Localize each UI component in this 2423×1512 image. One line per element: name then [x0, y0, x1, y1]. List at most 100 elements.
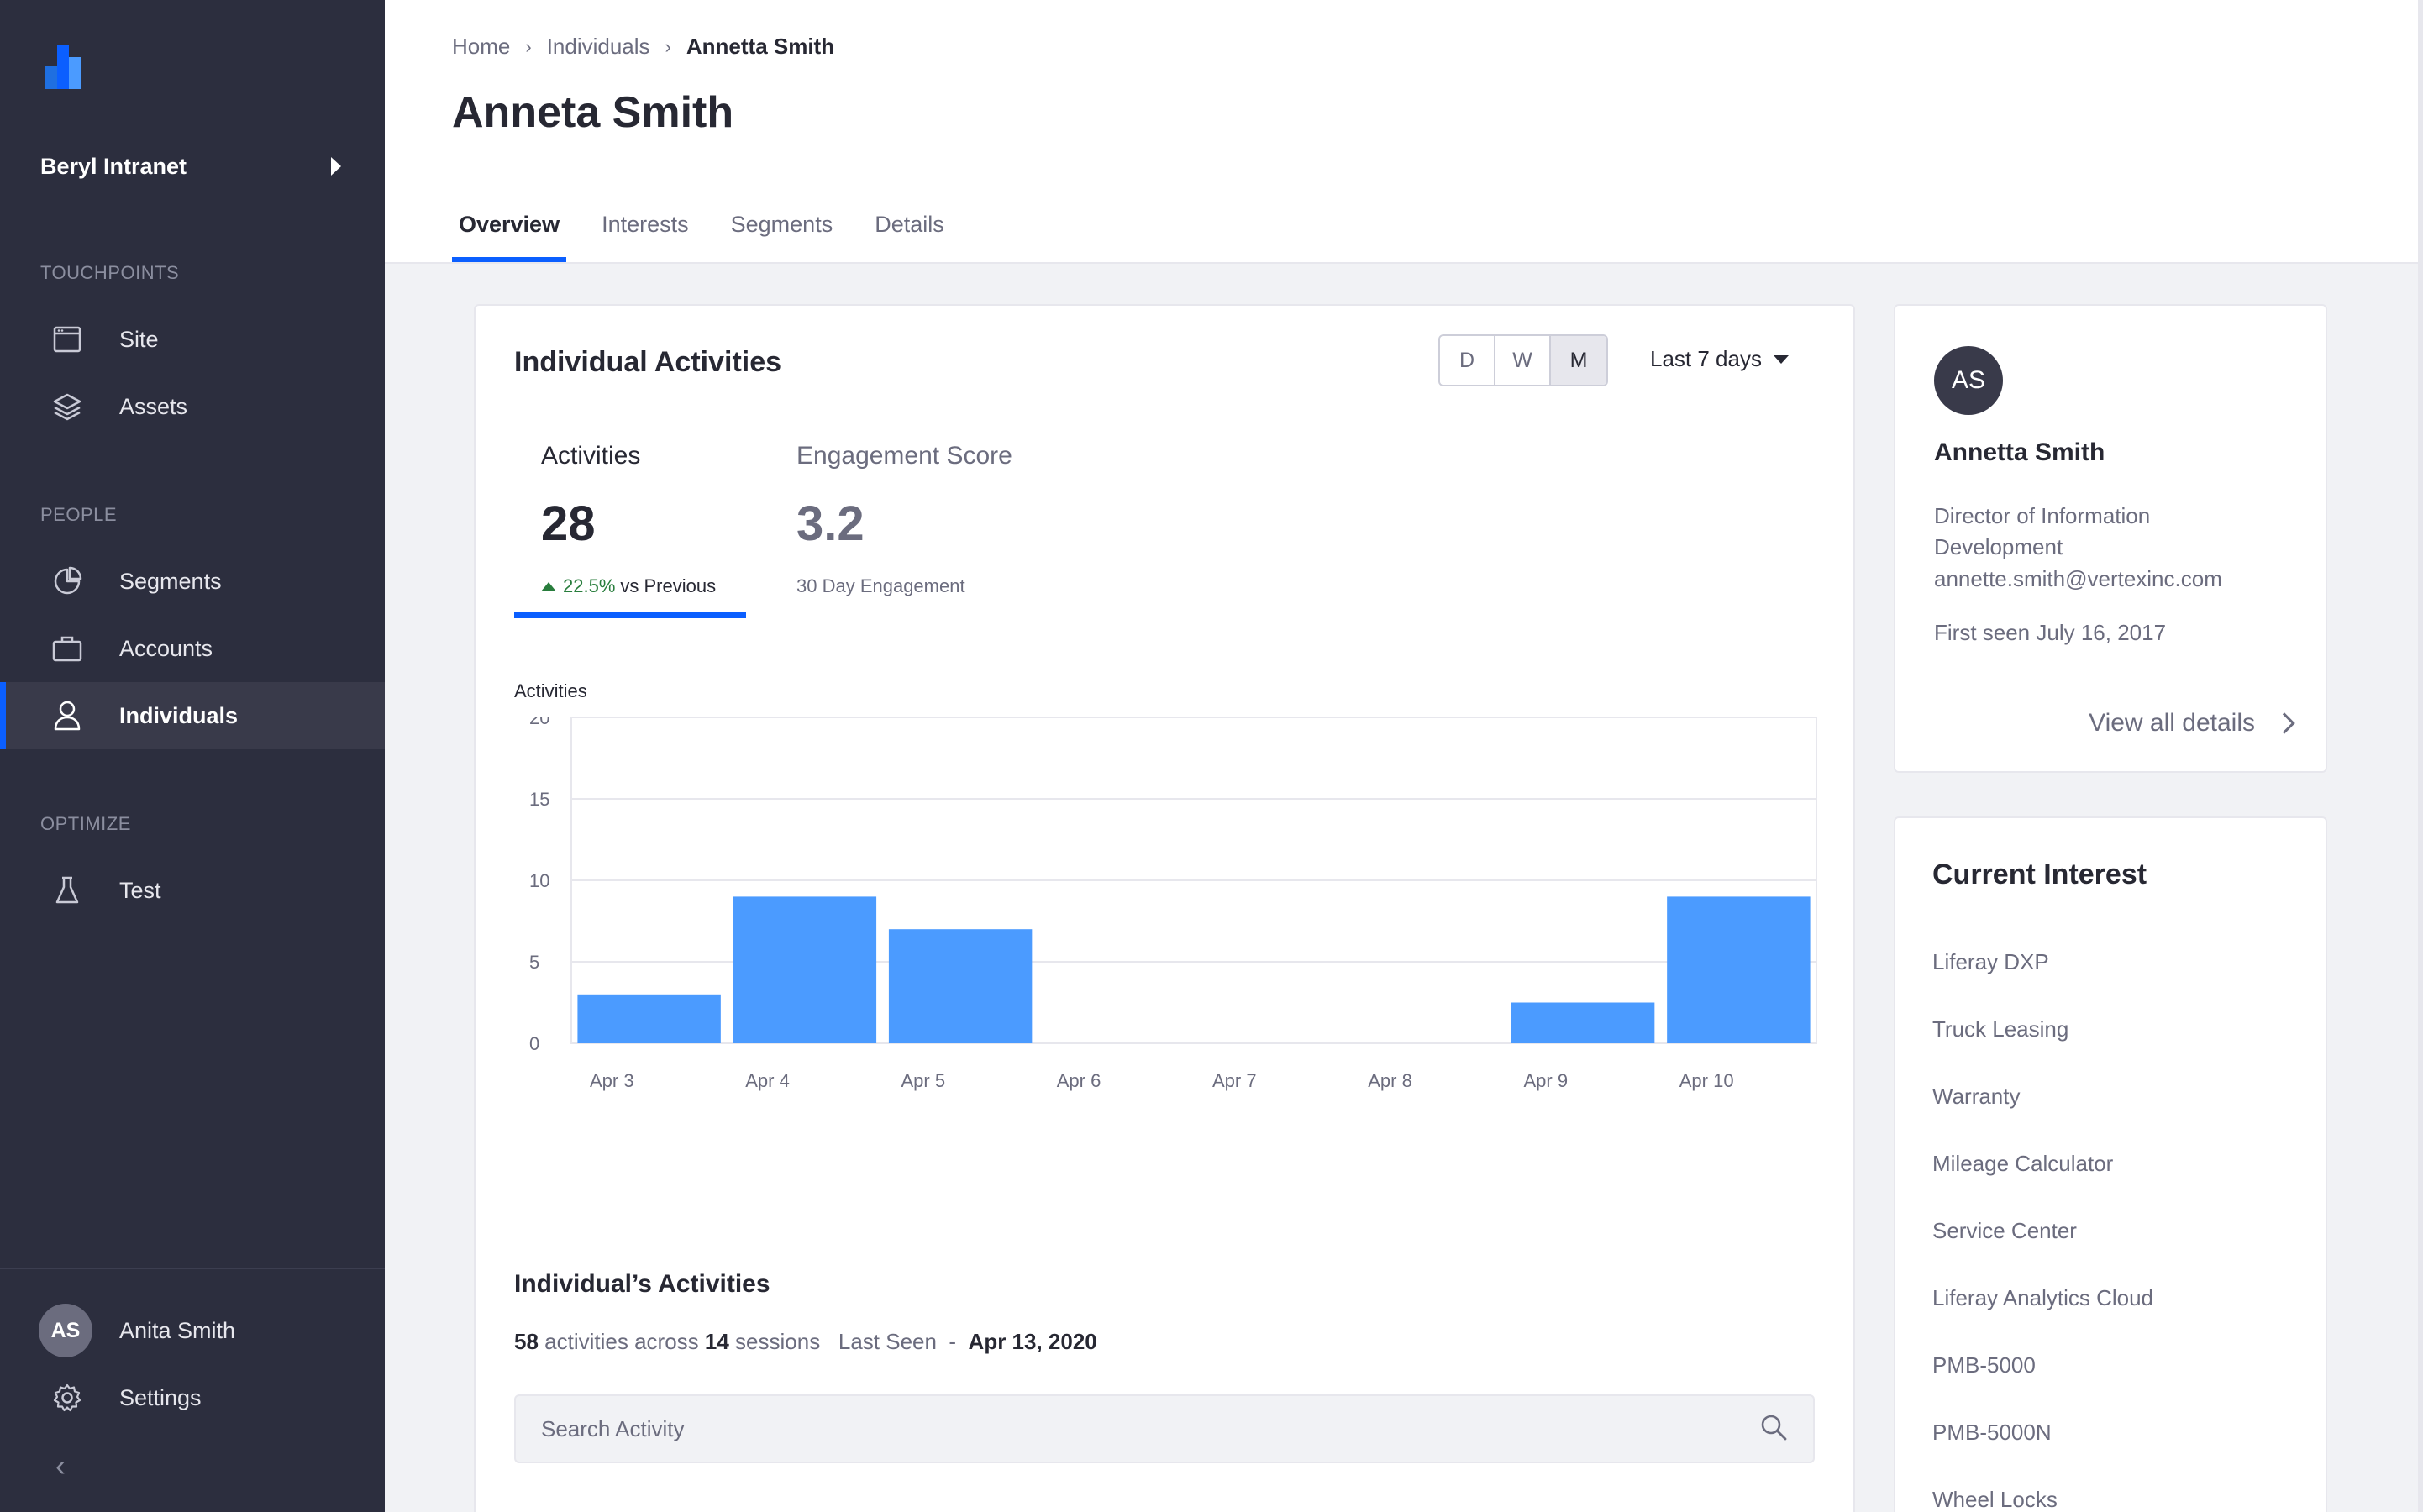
sidebar-item-label: Settings: [119, 1384, 202, 1410]
analytics-logo-icon[interactable]: [45, 45, 89, 89]
list-item[interactable]: PMB-5000: [1932, 1352, 2153, 1420]
breadcrumb-home[interactable]: Home: [452, 34, 510, 60]
metric-label: Engagement Score: [796, 442, 1012, 470]
sessions-text: sessions: [735, 1329, 821, 1354]
chart-bar[interactable]: [1511, 1002, 1655, 1044]
metric-activities[interactable]: Activities 28 22.5% vs Previous: [513, 442, 747, 618]
section-label-people: PEOPLE: [40, 504, 118, 525]
chart-bar[interactable]: [577, 994, 721, 1043]
list-item[interactable]: PMB-5000N: [1932, 1420, 2153, 1487]
search-icon[interactable]: [1759, 1413, 1788, 1446]
y-tick-label: 5: [529, 952, 539, 973]
profile-name: Annetta Smith: [1934, 438, 2105, 466]
interval-week-button[interactable]: W: [1495, 336, 1551, 385]
activities-count: 58: [514, 1329, 539, 1354]
pie-chart-icon: [52, 566, 82, 596]
list-item[interactable]: Liferay DXP: [1932, 949, 2153, 1016]
x-tick-label: Apr 10: [1679, 1070, 1734, 1091]
layers-icon: [52, 391, 82, 422]
search-input[interactable]: [541, 1415, 1759, 1442]
tab-segments[interactable]: Segments: [724, 207, 840, 262]
sidebar-item-settings[interactable]: Settings: [0, 1364, 385, 1431]
activities-summary: 58 activities across 14 sessions Last Se…: [514, 1329, 1097, 1355]
y-tick-label: 20: [529, 717, 549, 728]
metric-sub: 30 Day Engagement: [796, 575, 965, 596]
chart-bar[interactable]: [733, 896, 877, 1043]
list-item[interactable]: Mileage Calculator: [1932, 1151, 2153, 1218]
chart-y-label: Activities: [514, 680, 587, 701]
profile-email: annette.smith@vertexinc.com: [1934, 566, 2222, 591]
date-range-dropdown[interactable]: Last 7 days: [1650, 346, 1789, 372]
view-all-details-link[interactable]: View all details: [2089, 709, 2295, 738]
breadcrumb-current: Annetta Smith: [686, 34, 835, 59]
view-all-details-label: View all details: [2089, 709, 2255, 737]
list-item[interactable]: Truck Leasing: [1932, 1016, 2153, 1084]
list-item[interactable]: Wheel Locks: [1932, 1487, 2153, 1512]
list-item[interactable]: Liferay Analytics Cloud: [1932, 1285, 2153, 1352]
interest-list: Liferay DXP Truck Leasing Warranty Milea…: [1932, 949, 2153, 1512]
gear-icon: [52, 1383, 82, 1413]
y-tick-label: 15: [529, 789, 549, 810]
profile-first-seen: First seen July 16, 2017: [1934, 620, 2167, 645]
sidebar-item-assets[interactable]: Assets: [0, 373, 385, 440]
x-tick-label: Apr 9: [1524, 1070, 1569, 1091]
list-item[interactable]: Warranty: [1932, 1084, 2153, 1151]
x-tick-label: Apr 8: [1368, 1070, 1412, 1091]
trend-up-icon: [541, 581, 556, 591]
scrollbar-track[interactable]: [2418, 0, 2423, 1512]
breadcrumb: Home › Individuals › Annetta Smith: [452, 34, 834, 60]
page-title: Anneta Smith: [452, 88, 734, 137]
chevron-right-icon: [2273, 712, 2295, 734]
chart-bar[interactable]: [888, 929, 1033, 1043]
metric-change: 22.5% vs Previous: [541, 575, 716, 597]
sidebar-item-site[interactable]: Site: [0, 306, 385, 373]
tab-overview[interactable]: Overview: [452, 207, 567, 262]
workspace-name: Beryl Intranet: [40, 153, 187, 179]
x-tick-label: Apr 7: [1212, 1070, 1257, 1091]
profile-role: Director of Information Development: [1934, 503, 2151, 559]
last-seen-separator: -: [949, 1329, 957, 1354]
avatar: AS: [39, 1304, 92, 1357]
x-tick-label: Apr 6: [1057, 1070, 1101, 1091]
interval-month-button[interactable]: M: [1551, 336, 1606, 385]
sidebar: Beryl Intranet TOUCHPOINTS Site Assets P…: [0, 0, 385, 1512]
workspace-selector[interactable]: Beryl Intranet: [40, 150, 351, 183]
caret-right-icon: [331, 157, 341, 176]
interval-toggle: D W M: [1438, 334, 1608, 386]
page-header: Home › Individuals › Annetta Smith Annet…: [385, 0, 2418, 264]
chart-bar[interactable]: [1667, 896, 1811, 1043]
profile-card: AS Annetta Smith Director of Information…: [1894, 304, 2327, 773]
search-activity: [514, 1394, 1815, 1463]
interval-day-button[interactable]: D: [1440, 336, 1495, 385]
card-title: Current Interest: [1932, 858, 2147, 890]
section-label-touchpoints: TOUCHPOINTS: [40, 262, 180, 283]
sidebar-item-individuals[interactable]: Individuals: [0, 682, 385, 749]
current-user[interactable]: AS Anita Smith: [39, 1304, 235, 1357]
sidebar-item-label: Site: [119, 326, 159, 352]
collapse-sidebar-icon[interactable]: ‹: [55, 1448, 66, 1483]
caret-down-icon: [1773, 354, 1789, 364]
list-item[interactable]: Service Center: [1932, 1218, 2153, 1285]
site-icon: [52, 324, 82, 354]
metric-value: 3.2: [796, 496, 865, 551]
tab-details[interactable]: Details: [868, 207, 951, 262]
user-icon: [52, 701, 82, 731]
sidebar-item-test[interactable]: Test: [0, 857, 385, 924]
card-title: Individual Activities: [514, 346, 782, 378]
individual-activities-card: Individual Activities D W M Last 7 days …: [474, 304, 1855, 1512]
metric-label: Activities: [541, 442, 641, 470]
breadcrumb-individuals[interactable]: Individuals: [547, 34, 650, 60]
sidebar-item-accounts[interactable]: Accounts: [0, 615, 385, 682]
x-tick-label: Apr 4: [745, 1070, 790, 1091]
activities-bar-chart: 0 5 10 15 20 Apr 3 Apr 4 Apr 5 Apr 6 Apr 7 Apr 8 Ap…: [529, 717, 1817, 1091]
y-tick-label: 0: [529, 1033, 539, 1054]
tab-interests[interactable]: Interests: [595, 207, 696, 262]
current-interest-card: Current Interest Liferay DXP Truck Leasi…: [1894, 816, 2327, 1512]
tab-bar: Overview Interests Segments Details: [452, 207, 980, 262]
sidebar-item-label: Assets: [119, 393, 188, 419]
metric-engagement-score[interactable]: Engagement Score 3.2 30 Day Engagement: [796, 442, 1012, 618]
sidebar-divider: [0, 1268, 385, 1269]
sidebar-item-segments[interactable]: Segments: [0, 548, 385, 615]
last-seen-date: Apr 13, 2020: [968, 1329, 1097, 1354]
user-name: Anita Smith: [119, 1317, 236, 1343]
